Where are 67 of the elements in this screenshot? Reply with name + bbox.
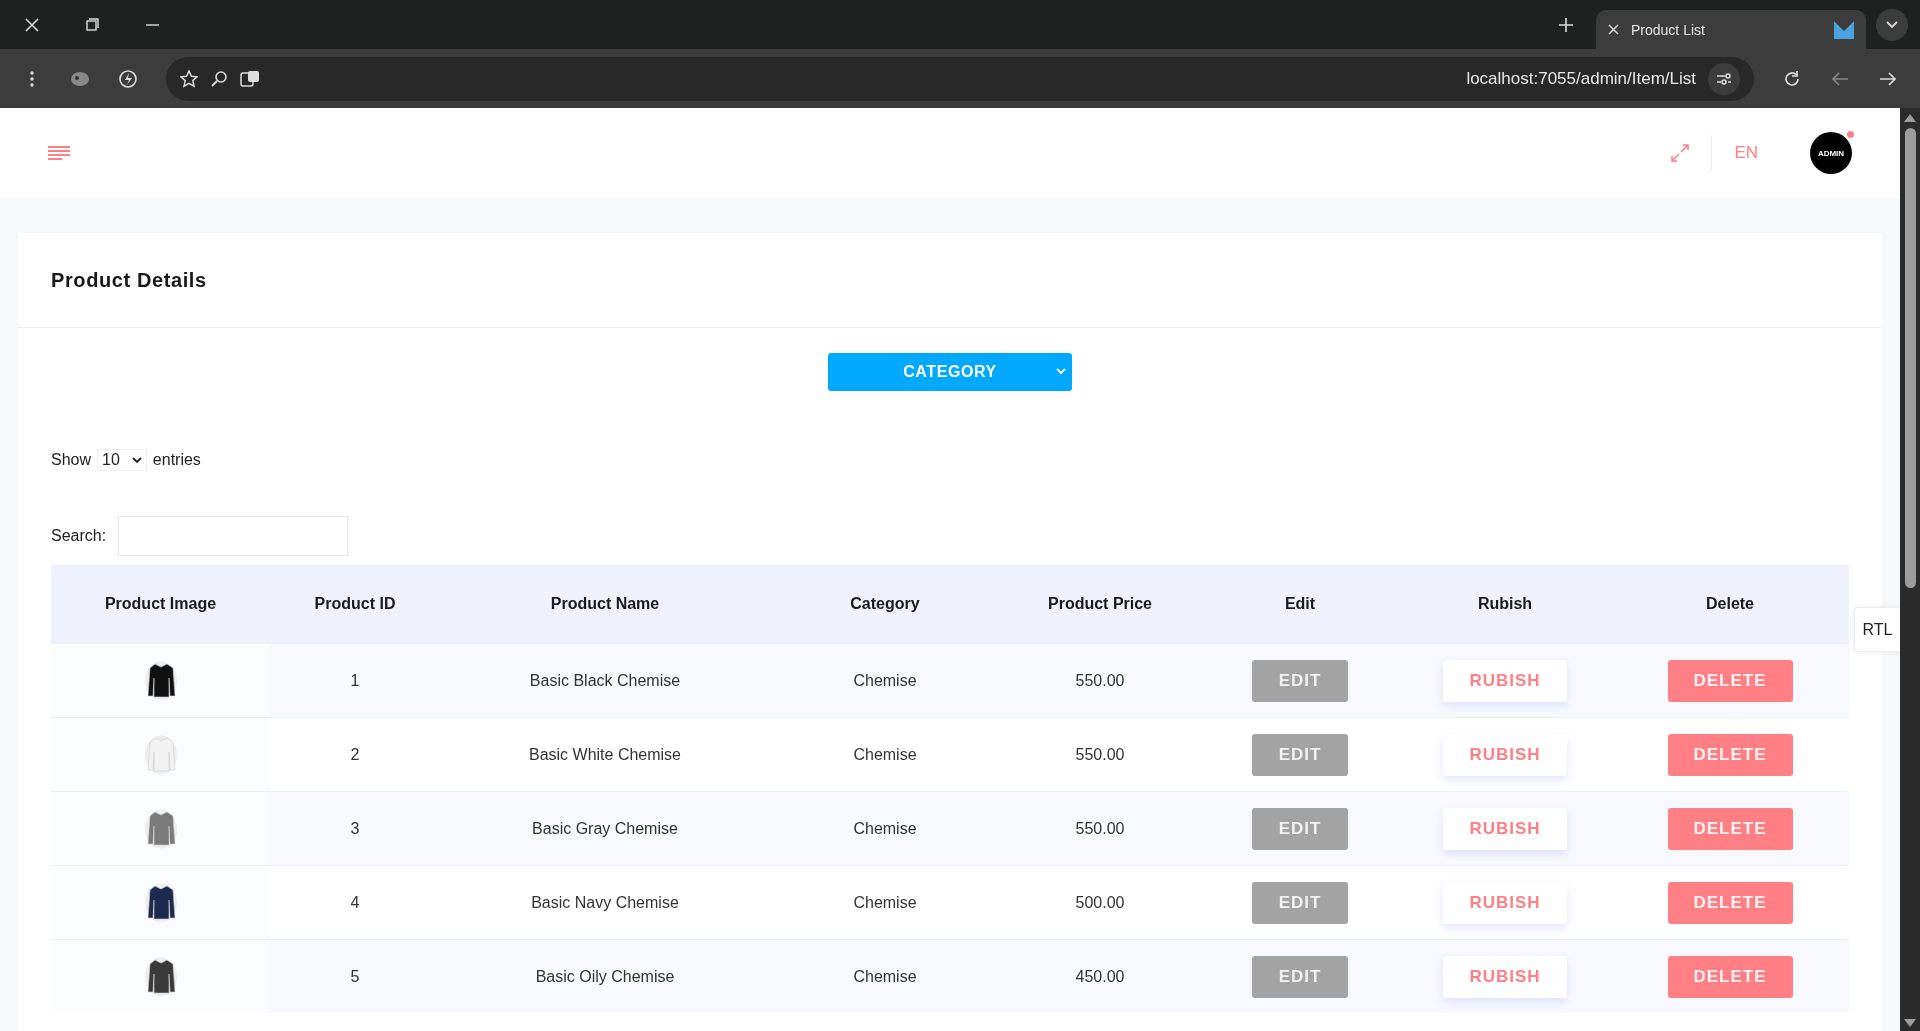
chevron-icon xyxy=(131,456,142,464)
product-name: Basic Gray Chemise xyxy=(532,819,678,838)
product-price: 450.00 xyxy=(1075,967,1125,986)
show-label: Show xyxy=(51,451,92,469)
product-category: Chemise xyxy=(853,819,917,838)
address-bar-url[interactable]: localhost:7055/admin/Item/List xyxy=(1466,68,1696,89)
tab-title: Product List xyxy=(1631,21,1706,38)
rubish-button[interactable]: RUBISH xyxy=(1443,881,1567,924)
edit-button[interactable]: EDIT xyxy=(1252,659,1348,702)
delete-button[interactable]: DELETE xyxy=(1667,807,1793,850)
zoom-icon[interactable] xyxy=(210,69,228,88)
category-dropdown[interactable]: CATEGORY xyxy=(828,353,1072,391)
product-name: Basic Navy Chemise xyxy=(531,893,679,912)
rubish-button[interactable]: RUBISH xyxy=(1443,807,1567,850)
rubish-button[interactable]: RUBISH xyxy=(1443,733,1567,776)
edit-button[interactable]: EDIT xyxy=(1252,807,1348,850)
delete-button[interactable]: DELETE xyxy=(1667,733,1793,776)
rtl-toggle[interactable]: RTL xyxy=(1854,607,1900,652)
close-tab-icon[interactable] xyxy=(1608,24,1619,35)
admin-avatar[interactable]: ADMIN xyxy=(1810,132,1852,174)
card-title: Product Details xyxy=(51,268,207,292)
rubish-button[interactable]: RUBISH xyxy=(1443,955,1567,998)
column-header: Product Name xyxy=(550,595,660,613)
product-price: 550.00 xyxy=(1075,745,1125,764)
scroll-down-icon[interactable] xyxy=(1904,1019,1916,1027)
browser-tab[interactable]: Product List xyxy=(1596,10,1866,49)
language-switch[interactable]: EN xyxy=(1734,143,1758,163)
product-id: 2 xyxy=(350,745,360,764)
product-id: 1 xyxy=(350,671,360,690)
column-header: Edit xyxy=(1284,595,1316,613)
edit-button[interactable]: EDIT xyxy=(1252,881,1348,924)
delete-button[interactable]: DELETE xyxy=(1667,659,1793,702)
delete-button[interactable]: DELETE xyxy=(1667,955,1793,998)
chevron-icon xyxy=(1056,368,1066,375)
scrollbar-thumb[interactable] xyxy=(1904,128,1916,588)
site-logo-icon xyxy=(1834,20,1854,39)
product-name: Basic White Chemise xyxy=(528,745,681,764)
column-header: Product ID xyxy=(314,595,396,613)
column-header: Rubish xyxy=(1477,595,1533,613)
product-category: Chemise xyxy=(853,967,917,986)
star-icon[interactable] xyxy=(180,69,198,88)
column-header: Delete xyxy=(1706,595,1754,613)
product-id: 5 xyxy=(350,967,360,986)
search-label: Search: xyxy=(51,527,107,545)
translate-icon[interactable] xyxy=(240,69,260,88)
product-category: Chemise xyxy=(853,893,917,912)
scroll-up-icon[interactable] xyxy=(1904,114,1916,122)
product-id: 4 xyxy=(350,893,360,912)
site-settings-icon[interactable] xyxy=(1708,62,1740,95)
column-header: Product Image xyxy=(104,595,217,613)
rubish-button[interactable]: RUBISH xyxy=(1443,659,1567,702)
product-category: Chemise xyxy=(853,671,917,690)
column-header: Category xyxy=(850,595,920,613)
product-price: 550.00 xyxy=(1075,671,1125,690)
product-price: 500.00 xyxy=(1075,893,1125,912)
product-price: 550.00 xyxy=(1075,819,1125,838)
column-header: Product Price xyxy=(1048,595,1152,613)
product-id: 3 xyxy=(350,819,360,838)
delete-button[interactable]: DELETE xyxy=(1667,881,1793,924)
product-category: Chemise xyxy=(853,745,917,764)
tab-list-caret-icon[interactable] xyxy=(1876,8,1908,41)
edit-button[interactable]: EDIT xyxy=(1252,955,1348,998)
product-name: Basic Oily Chemise xyxy=(535,967,675,986)
page-size-select[interactable]: 10 xyxy=(97,449,147,471)
edit-button[interactable]: EDIT xyxy=(1252,733,1348,776)
entries-label: entries xyxy=(152,451,201,469)
product-name: Basic Black Chemise xyxy=(529,671,681,690)
